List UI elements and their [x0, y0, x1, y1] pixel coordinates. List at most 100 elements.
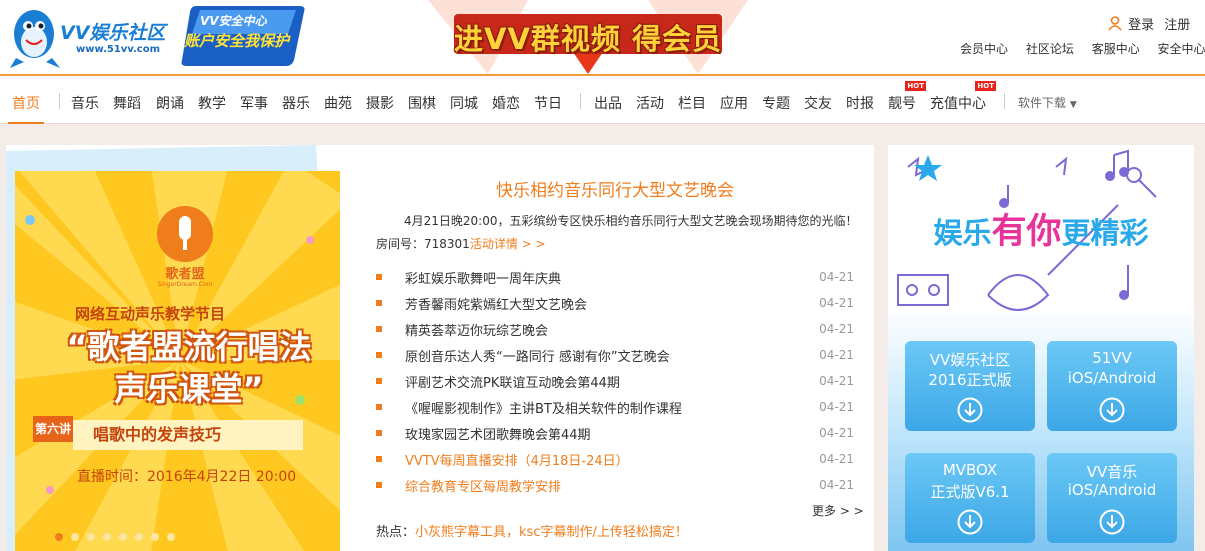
news-item[interactable]: 彩虹娱乐歌舞吧一周年庆典 04-21 — [376, 267, 856, 293]
top-link-service-center[interactable]: 客服中心 — [1092, 42, 1140, 56]
main-nav: 首页 音乐 舞蹈 朗诵 教学 军事 器乐 曲苑 摄影 围棋 同城 婚恋 节日 出… — [0, 76, 1205, 124]
logo-url: www.51vv.com — [76, 44, 161, 55]
register-link[interactable]: 注册 — [1164, 18, 1190, 33]
bullet-icon — [376, 378, 382, 384]
slogan-mid: 有你 — [991, 212, 1062, 252]
news-room-info: 房间号：718301活动详情 > > — [376, 235, 546, 252]
site-logo[interactable]: VV娱乐社区 www.51vv.com — [8, 4, 176, 70]
news-item[interactable]: 芳香馨雨姹紫嫣红大型文艺晚会 04-21 — [376, 293, 856, 319]
nav-item-vip-number[interactable]: 靓号 HOT — [888, 81, 926, 113]
auth-links: 登录 注册 — [1108, 14, 1196, 33]
poster-subtitle: 网络互动声乐教学节目 — [75, 305, 226, 323]
top-link-forum[interactable]: 社区论坛 — [1026, 42, 1074, 56]
nav-item-go[interactable]: 围棋 — [408, 93, 436, 113]
nav-item-opera[interactable]: 曲苑 — [324, 93, 352, 113]
news-item[interactable]: 评剧艺术交流PK联谊互动晚会第44期 04-21 — [376, 371, 856, 397]
top-link-member-center[interactable]: 会员中心 — [960, 42, 1008, 56]
header-banner[interactable]: 进VV群视频 得会员 — [408, 0, 768, 74]
badge-line2: 账户安全我保护 — [184, 32, 290, 50]
news-item[interactable]: 综合教育专区每周教学安排 04-21 — [376, 475, 856, 501]
carousel-dot[interactable] — [71, 533, 79, 541]
hot-topic-label: 热点： — [376, 525, 416, 540]
download-version: 2016正式版 — [928, 371, 1012, 389]
nav-item-columns[interactable]: 栏目 — [678, 93, 706, 113]
nav-item-topics[interactable]: 专题 — [762, 93, 790, 113]
news-item[interactable]: 《喔喔影视制作》主讲BT及相关软件的制作课程 04-21 — [376, 397, 856, 423]
download-product: VV音乐 — [1086, 463, 1138, 481]
security-center-badge[interactable]: VV安全中心 账户安全我保护 — [178, 4, 313, 68]
carousel-dot[interactable] — [55, 533, 63, 541]
nav-item-apps[interactable]: 应用 — [720, 93, 748, 113]
news-item-title[interactable]: 芳香馨雨姹紫嫣红大型文艺晚会 — [405, 294, 587, 313]
bullet-icon — [376, 456, 382, 462]
download-label: 软件下载 — [1018, 96, 1067, 110]
nav-item-instruments[interactable]: 器乐 — [282, 93, 310, 113]
top-link-security-center[interactable]: 安全中心 — [1158, 42, 1205, 56]
nav-item-dating[interactable]: 婚恋 — [492, 93, 520, 113]
download-version: iOS/Android — [1067, 481, 1157, 499]
nav-item-dance[interactable]: 舞蹈 — [113, 93, 141, 113]
download-button[interactable]: MVBOX 正式版V6.1 — [905, 453, 1035, 543]
software-download-menu[interactable]: 软件下载 ▼ — [1018, 94, 1077, 111]
news-item[interactable]: 玫瑰家园艺术团歌舞晚会第44期 04-21 — [376, 423, 856, 449]
carousel-dot[interactable] — [87, 533, 95, 541]
carousel-dot[interactable] — [119, 533, 127, 541]
carousel-dot[interactable] — [151, 533, 159, 541]
nav-item-productions[interactable]: 出品 — [594, 93, 622, 113]
news-item-date: 04-21 — [819, 270, 854, 284]
banner-text: 进VV群视频 得会员 — [454, 22, 722, 56]
nav-item-photography[interactable]: 摄影 — [366, 93, 394, 113]
nav-item-events[interactable]: 活动 — [636, 93, 664, 113]
nav-item-home[interactable]: 首页 — [12, 93, 40, 113]
nav-item-music[interactable]: 音乐 — [71, 93, 99, 113]
news-item-title[interactable]: 精英荟萃迈你玩综艺晚会 — [405, 320, 548, 339]
nav-item-news[interactable]: 时报 — [846, 93, 874, 113]
news-item-title[interactable]: 《喔喔影视制作》主讲BT及相关软件的制作课程 — [405, 398, 682, 417]
nav-item-military[interactable]: 军事 — [240, 93, 268, 113]
download-product: MVBOX — [942, 461, 998, 479]
carousel-dot[interactable] — [103, 533, 111, 541]
more-link[interactable]: 更多 > > — [812, 502, 864, 519]
promo-poster[interactable]: 歌者盟 SingerDream.Com 网络互动声乐教学节目 “歌者盟流行唱法声… — [15, 171, 340, 551]
logo-title: VV娱乐社区 — [60, 22, 166, 44]
news-item-title[interactable]: VVTV每周直播安排（4月18日-24日） — [405, 450, 629, 469]
news-item-date: 04-21 — [819, 452, 854, 466]
room-number: 房间号：718301 — [376, 237, 470, 251]
news-item-date: 04-21 — [819, 374, 854, 388]
news-headline[interactable]: 快乐相约音乐同行大型文艺晚会 — [376, 176, 854, 201]
slogan-right: 更精彩 — [1061, 216, 1149, 250]
login-link[interactable]: 登录 — [1128, 18, 1154, 33]
top-links: 会员中心 社区论坛 客服中心 安全中心 — [960, 40, 1205, 57]
nav-item-teaching[interactable]: 教学 — [198, 93, 226, 113]
news-list: 彩虹娱乐歌舞吧一周年庆典 04-21 芳香馨雨姹紫嫣红大型文艺晚会 04-21 精英荟萃… — [376, 267, 856, 501]
nav-item-festival[interactable]: 节日 — [534, 93, 562, 113]
download-button[interactable]: 51VV iOS/Android — [1047, 341, 1177, 431]
news-item-title[interactable]: 原创音乐达人秀“一路同行 感谢有你”文艺晚会 — [405, 346, 670, 365]
news-item[interactable]: 原创音乐达人秀“一路同行 感谢有你”文艺晚会 04-21 — [376, 345, 856, 371]
nav-separator — [580, 93, 581, 109]
download-version: iOS/Android — [1067, 369, 1157, 387]
news-item-title[interactable]: 玫瑰家园艺术团歌舞晚会第44期 — [405, 424, 591, 443]
hot-topic: 热点：小灰熊字幕工具，ksc字幕制作/上传轻松搞定！ — [376, 521, 688, 540]
hot-topic-link[interactable]: 小灰熊字幕工具，ksc字幕制作/上传轻松搞定！ — [415, 525, 688, 540]
microphone-icon — [179, 216, 191, 250]
news-item-title[interactable]: 评剧艺术交流PK联谊互动晚会第44期 — [405, 372, 620, 391]
user-icon — [1108, 16, 1122, 31]
carousel-dot[interactable] — [167, 533, 175, 541]
nav-item-friends[interactable]: 交友 — [804, 93, 832, 113]
nav-item-recitation[interactable]: 朗诵 — [156, 93, 184, 113]
lecture-topic: 唱歌中的发声技巧 — [73, 420, 303, 450]
news-item-title[interactable]: 彩虹娱乐歌舞吧一周年庆典 — [405, 268, 561, 287]
news-item[interactable]: VVTV每周直播安排（4月18日-24日） 04-21 — [376, 449, 856, 475]
news-item[interactable]: 精英荟萃迈你玩综艺晚会 04-21 — [376, 319, 856, 345]
nav-separator — [59, 93, 60, 109]
event-details-link[interactable]: 活动详情 > > — [470, 237, 546, 251]
download-button[interactable]: VV音乐 iOS/Android — [1047, 453, 1177, 543]
news-item-title[interactable]: 综合教育专区每周教学安排 — [405, 476, 561, 495]
carousel-dot[interactable] — [135, 533, 143, 541]
download-button[interactable]: VV娱乐社区 2016正式版 — [905, 341, 1035, 431]
slogan-left: 娱乐 — [933, 216, 992, 250]
download-product: 51VV — [1092, 349, 1132, 367]
nav-item-recharge[interactable]: 充值中心 HOT — [930, 81, 996, 113]
nav-item-local[interactable]: 同城 — [450, 93, 478, 113]
